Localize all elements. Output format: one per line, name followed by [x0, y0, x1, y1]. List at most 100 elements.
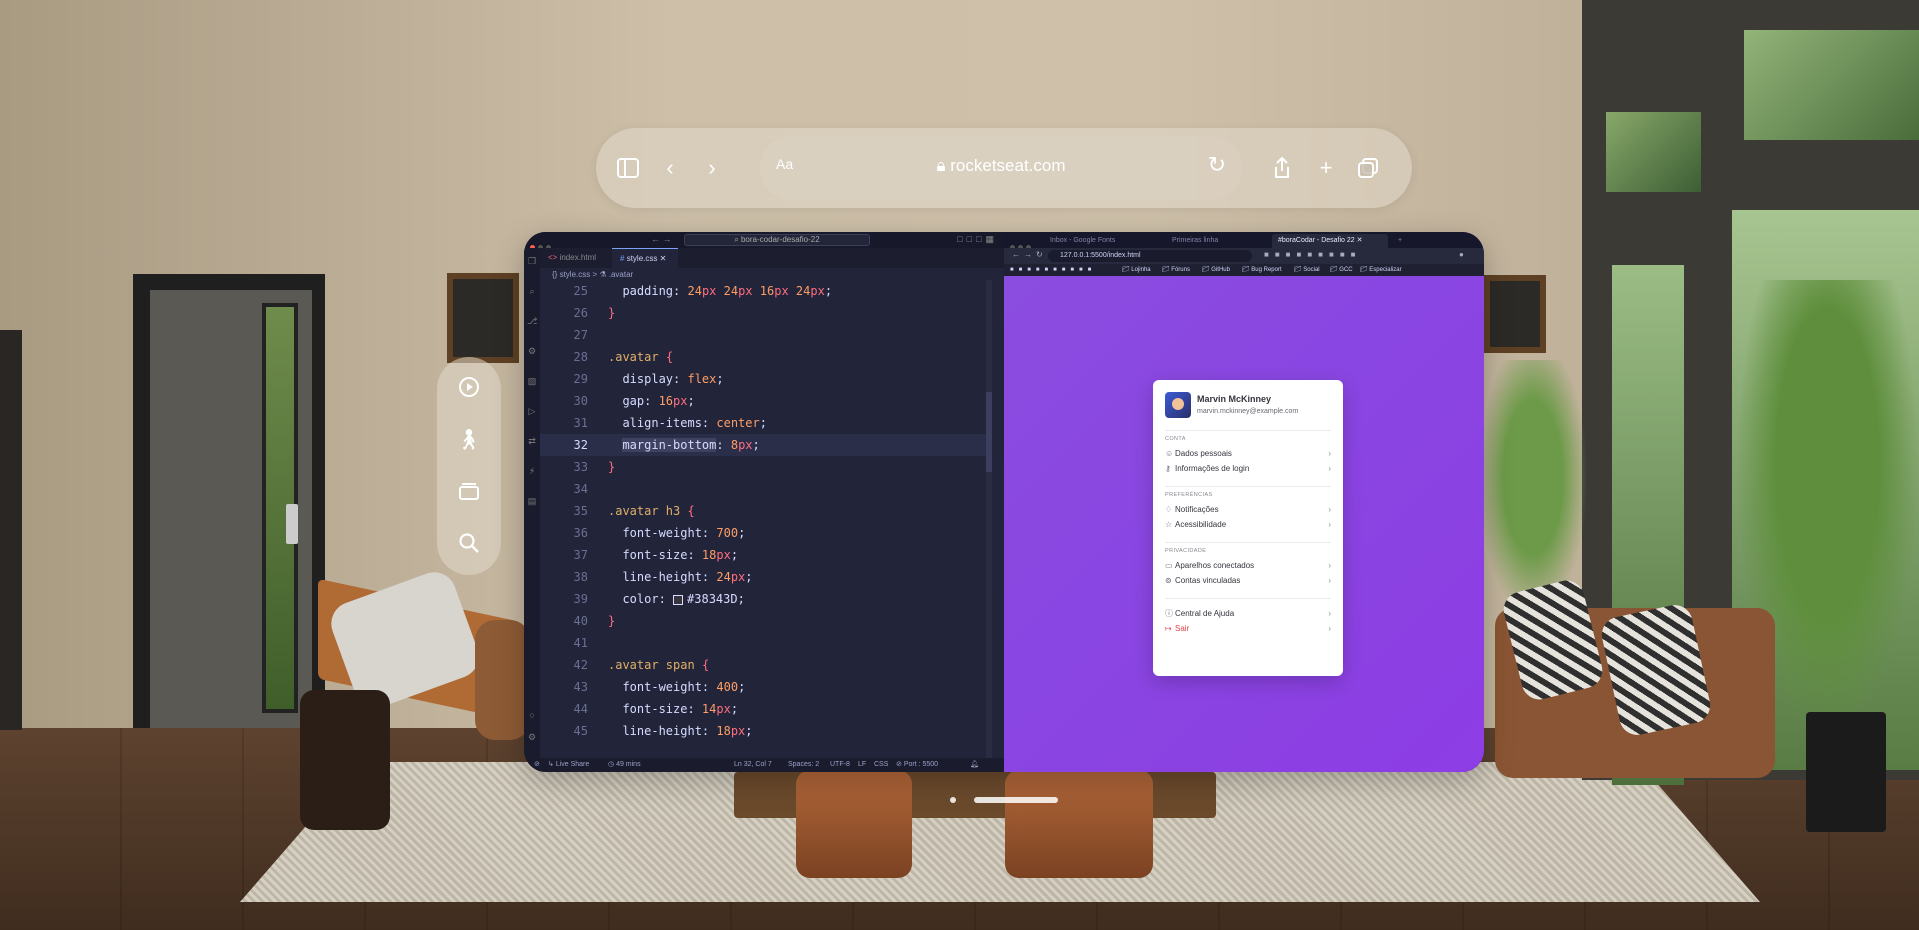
- browser-tab-3[interactable]: #boraCodar - Desafio 22 ✕: [1272, 234, 1388, 248]
- status-lang[interactable]: CSS: [874, 758, 888, 772]
- window-bar-handle[interactable]: [974, 797, 1058, 803]
- search-icon[interactable]: [453, 527, 485, 559]
- back-icon[interactable]: ‹: [654, 152, 686, 184]
- chevron-right-icon: ›: [1328, 609, 1331, 618]
- docker-icon[interactable]: ▤: [527, 496, 537, 506]
- extensions-icon[interactable]: ▧: [527, 376, 537, 386]
- code-line[interactable]: .avatar {: [608, 346, 673, 368]
- tab-style-css[interactable]: # style.css ✕: [612, 248, 678, 268]
- play-icon[interactable]: [453, 371, 485, 403]
- user-icon: ☺: [1165, 449, 1174, 458]
- html-file-icon: <>: [548, 253, 558, 262]
- code-line[interactable]: }: [608, 456, 615, 478]
- bookmark-folder[interactable]: 📁︎ Especializar: [1360, 264, 1402, 276]
- bookmark-folder[interactable]: 📁︎ Social: [1294, 264, 1320, 276]
- bookmark-folder[interactable]: 📁︎ Fóruns: [1162, 264, 1190, 276]
- back-icon[interactable]: ←: [1012, 250, 1020, 259]
- new-tab-button[interactable]: +: [1392, 234, 1412, 248]
- code-line[interactable]: align-items: center;: [608, 412, 767, 434]
- stack-icon[interactable]: [453, 475, 485, 507]
- safari-toolbar: ‹ › Aa 🔒︎ rocketseat.com ↻ +: [596, 128, 1412, 208]
- share-icon[interactable]: [1266, 152, 1298, 184]
- debug-icon[interactable]: ⚙: [527, 346, 537, 356]
- menu-item[interactable]: ☆ Acessibilidade ›: [1165, 519, 1331, 531]
- source-control-icon[interactable]: ⎇: [527, 316, 537, 326]
- close-icon[interactable]: ✕: [1357, 237, 1363, 244]
- nav-arrows[interactable]: ← →: [651, 234, 672, 244]
- bookmark-folder[interactable]: 📁︎ Lojinha: [1122, 264, 1151, 276]
- code-line[interactable]: }: [608, 610, 615, 632]
- tab-index-html[interactable]: <> index.html: [540, 248, 610, 268]
- window-dot[interactable]: [950, 797, 956, 803]
- line-number: 43: [573, 680, 588, 694]
- menu-item[interactable]: ⓘ Central de Ajuda ›: [1165, 608, 1331, 620]
- extensions-icons[interactable]: ■■■■■■■■■: [1264, 250, 1362, 259]
- code-editor[interactable]: 25 padding: 24px 24px 16px 24px; 26} 27 28.…: [540, 280, 1004, 758]
- status-port[interactable]: ⊘ Port : 5500: [896, 758, 938, 772]
- code-line[interactable]: display: flex;: [608, 368, 723, 390]
- code-line[interactable]: font-weight: 400;: [608, 676, 745, 698]
- avatar[interactable]: [1165, 392, 1191, 418]
- menu-item[interactable]: ⚷ Informações de login ›: [1165, 463, 1331, 475]
- code-line[interactable]: gap: 16px;: [608, 390, 694, 412]
- browser-tab-2[interactable]: Primeiras linha: [1166, 234, 1260, 248]
- code-line[interactable]: }: [608, 302, 615, 324]
- menu-item-label: Notificações: [1175, 505, 1219, 514]
- status-remote[interactable]: ⊘: [534, 758, 540, 772]
- status-eol[interactable]: LF: [858, 758, 866, 772]
- code-line[interactable]: color: #38343D;: [608, 588, 744, 610]
- code-line[interactable]: margin-bottom: 8px;: [608, 434, 760, 456]
- status-cursor[interactable]: Ln 32, Col 7: [734, 758, 772, 772]
- menu-item[interactable]: ♢ Notificações ›: [1165, 504, 1331, 516]
- code-line[interactable]: font-weight: 700;: [608, 522, 745, 544]
- command-search[interactable]: ⌕ bora-codar-desafio-22: [684, 234, 870, 246]
- tabs-icon[interactable]: [1352, 152, 1384, 184]
- bookmark-folder[interactable]: 📁︎ GCC: [1330, 264, 1353, 276]
- scrollbar[interactable]: [986, 280, 992, 758]
- remote-icon[interactable]: ⇄: [527, 436, 537, 446]
- close-icon[interactable]: ✕: [660, 254, 667, 263]
- run-icon[interactable]: ▷: [527, 406, 537, 416]
- status-encoding[interactable]: UTF-8: [830, 758, 850, 772]
- search-icon[interactable]: ⌕: [527, 286, 537, 296]
- menu-item[interactable]: ↦ Sair ›: [1165, 623, 1331, 635]
- code-line[interactable]: line-height: 18px;: [608, 720, 752, 742]
- lightning-icon[interactable]: ⚡︎: [527, 466, 537, 476]
- address-bar[interactable]: 127.0.0.1:5500/index.html: [1048, 250, 1252, 262]
- breadcrumb[interactable]: {} style.css > ⚗ .avatar: [552, 270, 633, 279]
- status-time[interactable]: ◷ 49 mins: [608, 758, 641, 772]
- status-bell-icon[interactable]: 🔔︎: [970, 758, 979, 772]
- code-line[interactable]: padding: 24px 24px 16px 24px;: [608, 280, 832, 302]
- profile-avatar[interactable]: ●: [1459, 250, 1464, 259]
- bookmark-folder[interactable]: 📁︎ GitHub: [1202, 264, 1230, 276]
- forward-icon[interactable]: →: [1024, 250, 1032, 259]
- bookmark-favicons[interactable]: ■■■■■■■■■■: [1010, 264, 1096, 276]
- status-bar: ⊘ ↳ Live Share ◷ 49 mins Ln 32, Col 7 Sp…: [524, 758, 1004, 772]
- chevron-right-icon: ›: [1328, 505, 1331, 514]
- forward-icon[interactable]: ›: [696, 152, 728, 184]
- url-field[interactable]: Aa 🔒︎ rocketseat.com ↻: [760, 136, 1242, 200]
- code-line[interactable]: .avatar span {: [608, 654, 709, 676]
- browser-navbar: ← → ↻ 127.0.0.1:5500/index.html ■■■■■■■■…: [1004, 248, 1484, 264]
- code-line[interactable]: line-height: 24px;: [608, 566, 752, 588]
- menu-item[interactable]: ⊚ Contas vinculadas ›: [1165, 575, 1331, 587]
- plus-icon[interactable]: +: [1310, 152, 1342, 184]
- code-line[interactable]: font-size: 18px;: [608, 544, 738, 566]
- code-line[interactable]: .avatar h3 {: [608, 500, 695, 522]
- status-spaces[interactable]: Spaces: 2: [788, 758, 819, 772]
- scrollbar-thumb[interactable]: [986, 392, 992, 472]
- settings-gear-icon[interactable]: ⚙: [527, 732, 537, 742]
- explorer-icon[interactable]: ❐: [527, 256, 537, 266]
- code-line[interactable]: font-size: 14px;: [608, 698, 738, 720]
- account-icon[interactable]: ○: [527, 710, 537, 720]
- sidebar-icon[interactable]: [612, 152, 644, 184]
- browser-tab-1[interactable]: Inbox - Google Fonts: [1044, 234, 1164, 248]
- layout-controls[interactable]: □□□▦: [957, 234, 998, 245]
- status-live-share[interactable]: ↳ Live Share: [548, 758, 589, 772]
- bookmark-folder[interactable]: 📁︎ Bug Report: [1242, 264, 1282, 276]
- reload-icon[interactable]: ↻: [1208, 152, 1226, 178]
- menu-item[interactable]: ▭ Aparelhos conectados ›: [1165, 560, 1331, 572]
- menu-item[interactable]: ☺ Dados pessoais ›: [1165, 448, 1331, 460]
- reload-icon[interactable]: ↻: [1036, 250, 1043, 259]
- accessibility-icon[interactable]: 🚶︎: [453, 423, 485, 455]
